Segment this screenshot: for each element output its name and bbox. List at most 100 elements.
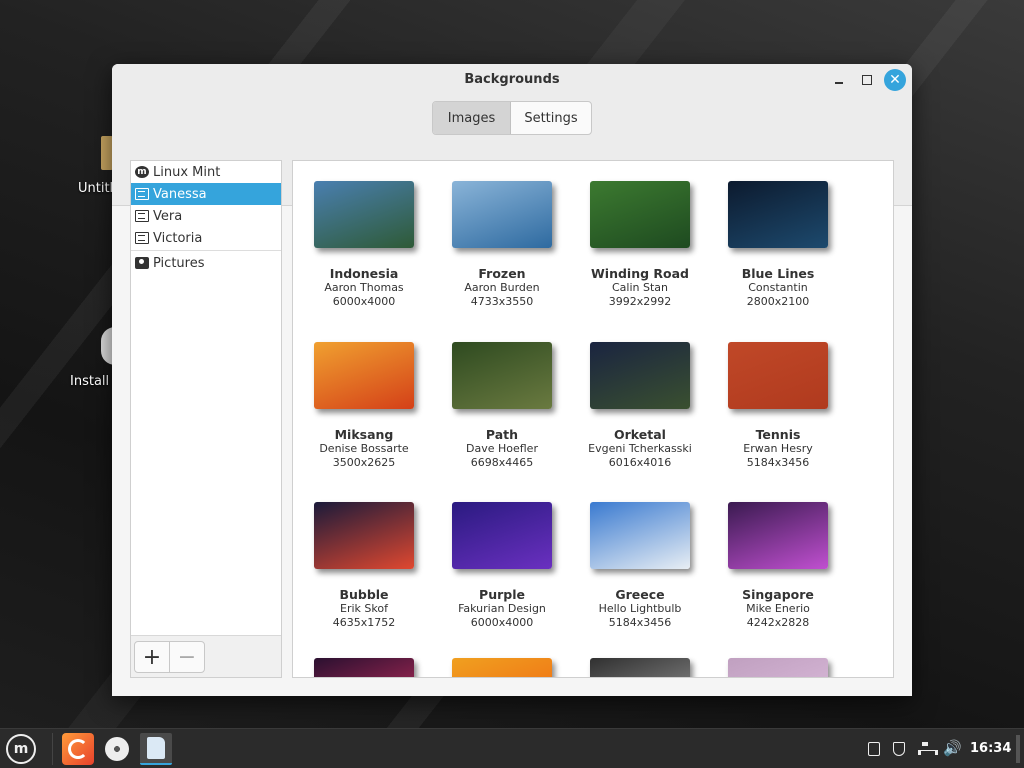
firefox-icon[interactable] [62,733,94,765]
backgrounds-window: Backgrounds ✕ Images Settings m Linux Mi… [112,64,912,696]
maximize-button[interactable] [857,70,877,90]
wallpaper-thumbnail[interactable] [590,342,690,409]
wallpaper-card[interactable]: Purple Fakurian Design 6000x4000 [437,502,567,630]
wallpaper-card[interactable]: Miksang Denise Bossarte 3500x2625 [299,342,429,470]
sidebar-item-label: Vera [153,208,183,224]
wallpaper-name: Blue Lines [741,266,815,281]
desktop-icon-label[interactable]: Install [70,374,109,389]
window-title: Backgrounds [464,72,560,87]
wallpaper-name: Purple [479,587,525,602]
tab-bar: Images Settings [432,101,592,135]
sidebar-toolbar: + − [131,635,281,677]
wallpaper-card[interactable]: Singapore Mike Enerio 4242x2828 [713,502,843,630]
wallpaper-thumbnail[interactable] [590,181,690,248]
clock[interactable]: 16:34 [970,741,1011,756]
wallpaper-author: Aaron Thomas [324,281,404,294]
sidebar-item-pictures[interactable]: Pictures [131,252,281,274]
wallpaper-thumbnail[interactable] [452,342,552,409]
wallpaper-card[interactable]: Path Dave Hoefler 6698x4465 [437,342,567,470]
desktop-icon-label[interactable]: Untitl [78,181,113,196]
shield-icon[interactable] [893,742,905,756]
tab-images[interactable]: Images [433,102,511,134]
wallpaper-thumbnail[interactable] [314,658,414,677]
wallpaper-size: 3500x2625 [332,456,396,469]
network-icon[interactable] [918,742,938,756]
wallpaper-name: Orketal [614,427,666,442]
wallpaper-card[interactable] [713,658,843,677]
disc-icon[interactable] [101,733,133,765]
wallpaper-name: Frozen [478,266,526,281]
wallpaper-name: Singapore [742,587,814,602]
wallpaper-size: 4635x1752 [332,616,396,629]
add-folder-button[interactable]: + [134,641,170,673]
wallpaper-card[interactable] [437,658,567,677]
monitor-icon [135,210,149,222]
wallpaper-thumbnail[interactable] [452,502,552,569]
taskbar: m 🔊 16:34 [0,728,1024,768]
wallpaper-card[interactable]: Orketal Evgeni Tcherkasski 6016x4016 [575,342,705,470]
close-icon: ✕ [889,72,901,88]
wallpaper-card[interactable] [299,658,429,677]
wallpaper-card[interactable]: Blue Lines Constantin 2800x2100 [713,181,843,309]
show-desktop-button[interactable] [1016,735,1020,763]
menu-button[interactable]: m [6,734,36,764]
sidebar-item-label: Vanessa [153,186,207,202]
sidebar-item-victoria[interactable]: Victoria [131,227,281,249]
wallpaper-thumbnail[interactable] [452,658,552,677]
wallpaper-author: Fakurian Design [458,602,546,615]
wallpaper-gallery[interactable]: Indonesia Aaron Thomas 6000x4000 Frozen Aaro… [292,160,894,678]
wallpaper-author: Constantin [748,281,808,294]
wallpaper-author: Aaron Burden [464,281,540,294]
wallpaper-name: Tennis [755,427,801,442]
minimize-button[interactable] [829,70,849,90]
wallpaper-card[interactable]: Frozen Aaron Burden 4733x3550 [437,181,567,309]
wallpaper-thumbnail[interactable] [452,181,552,248]
volume-icon[interactable]: 🔊 [943,739,962,757]
wallpaper-author: Mike Enerio [746,602,810,615]
monitor-icon [135,188,149,200]
wallpaper-size: 5184x3456 [608,616,672,629]
wallpaper-thumbnail[interactable] [590,658,690,677]
wallpaper-author: Evgeni Tcherkasski [588,442,692,455]
wallpaper-author: Hello Lightbulb [598,602,682,615]
wallpaper-size: 4242x2828 [746,616,810,629]
wallpaper-card[interactable]: Bubble Erik Skof 4635x1752 [299,502,429,630]
wallpaper-thumbnail[interactable] [728,181,828,248]
wallpaper-name: Bubble [339,587,389,602]
close-button[interactable]: ✕ [884,69,906,91]
wallpaper-card[interactable]: Tennis Erwan Hesry 5184x3456 [713,342,843,470]
wallpaper-size: 3992x2992 [608,295,672,308]
wallpaper-card[interactable]: Greece Hello Lightbulb 5184x3456 [575,502,705,630]
wallpaper-thumbnail[interactable] [590,502,690,569]
files-icon[interactable] [140,733,172,765]
wallpaper-name: Winding Road [591,266,689,281]
wallpaper-name: Greece [615,587,665,602]
camera-icon [135,257,149,269]
wallpaper-author: Erwan Hesry [743,442,813,455]
wallpaper-thumbnail[interactable] [314,342,414,409]
wallpaper-size: 6698x4465 [470,456,534,469]
wallpaper-size: 6000x4000 [470,616,534,629]
wallpaper-size: 2800x2100 [746,295,810,308]
separator [131,250,281,251]
sidebar-item-vanessa[interactable]: Vanessa [131,183,281,205]
notification-icon[interactable] [868,742,880,756]
sidebar-item-linux-mint[interactable]: m Linux Mint [131,161,281,183]
separator [52,733,53,765]
wallpaper-thumbnail[interactable] [728,502,828,569]
wallpaper-size: 5184x3456 [746,456,810,469]
sidebar-item-label: Victoria [153,230,203,246]
wallpaper-card[interactable]: Winding Road Calin Stan 3992x2992 [575,181,705,309]
wallpaper-thumbnail[interactable] [728,342,828,409]
wallpaper-thumbnail[interactable] [728,658,828,677]
wallpaper-card[interactable]: Indonesia Aaron Thomas 6000x4000 [299,181,429,309]
sidebar-item-vera[interactable]: Vera [131,205,281,227]
tab-settings[interactable]: Settings [511,102,591,134]
wallpaper-card[interactable] [575,658,705,677]
wallpaper-thumbnail[interactable] [314,502,414,569]
wallpaper-size: 6000x4000 [332,295,396,308]
wallpaper-thumbnail[interactable] [314,181,414,248]
mint-logo-icon: m [135,166,149,178]
wallpaper-size: 6016x4016 [608,456,672,469]
remove-folder-button[interactable]: − [169,641,205,673]
